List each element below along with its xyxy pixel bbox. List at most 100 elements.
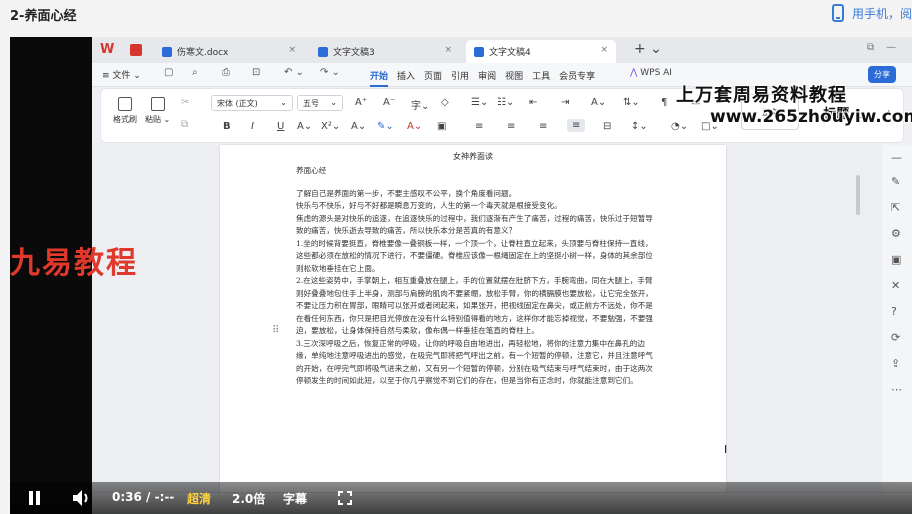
drag-handle-icon[interactable]: ⠿ bbox=[272, 325, 279, 336]
font-name-select[interactable]: 宋体 (正文) ⌄ bbox=[211, 95, 293, 111]
pen-icon[interactable]: ✎ bbox=[891, 175, 900, 188]
scrollbar-thumb[interactable] bbox=[856, 175, 860, 215]
clear-format-icon[interactable]: ◇ bbox=[441, 97, 449, 108]
tab-doc-3[interactable]: 文字文稿4 × bbox=[466, 40, 616, 63]
close-icon[interactable]: × bbox=[600, 45, 608, 55]
subtitle-button[interactable]: 字幕 bbox=[283, 490, 307, 507]
show-marks-icon[interactable]: ¶ bbox=[661, 97, 667, 108]
tab-doc-2[interactable]: 文字文稿3 × bbox=[310, 40, 460, 63]
print-icon[interactable]: ⎙ bbox=[222, 67, 230, 78]
tab-insert[interactable]: 插入 bbox=[397, 69, 415, 87]
shading-icon[interactable]: ◔⌄ bbox=[671, 121, 688, 132]
menu-tabs: 开始 插入 页面 引用 审阅 视图 工具 会员专享 bbox=[370, 69, 604, 87]
align-right-icon[interactable]: ≡ bbox=[539, 121, 547, 132]
text-direction-icon[interactable]: A⌄ bbox=[591, 97, 606, 108]
image-icon[interactable]: ▣ bbox=[891, 253, 901, 266]
share-button[interactable]: 分享 bbox=[868, 66, 896, 83]
video-player[interactable]: W 伤寒文.docx × 文字文稿3 × 文字文稿4 × + ⌄ ⧉ — ≡ 文… bbox=[10, 37, 912, 514]
tab-member[interactable]: 会员专享 bbox=[559, 69, 595, 87]
align-left-icon[interactable]: ≡ bbox=[475, 121, 483, 132]
fullscreen-icon[interactable] bbox=[338, 491, 352, 505]
tab-page[interactable]: 页面 bbox=[424, 69, 442, 87]
watermark-url: www.265zhouyiw.com bbox=[710, 107, 912, 127]
align-center-icon[interactable]: ≡ bbox=[507, 121, 515, 132]
document-body[interactable]: 养面心经 了解自己是养面的第一步，不要主感叹不公平，换个角度看问题。 快乐与不快… bbox=[296, 165, 656, 388]
document-page[interactable]: 女神养面读 养面心经 了解自己是养面的第一步，不要主感叹不公平，换个角度看问题。… bbox=[220, 145, 727, 514]
cut-icon[interactable]: ✂ bbox=[181, 97, 189, 108]
doc-icon bbox=[318, 46, 328, 57]
font-name-value: 宋体 (正文) bbox=[217, 99, 258, 108]
tab-review[interactable]: 审阅 bbox=[478, 69, 496, 87]
help-icon[interactable]: ? bbox=[891, 305, 897, 318]
time-display: 0:36 / -:-- bbox=[112, 490, 175, 504]
char-border-icon[interactable]: ▣ bbox=[437, 121, 446, 132]
restore-icon[interactable]: ⧉ bbox=[867, 42, 874, 53]
tools-icon[interactable]: ✕ bbox=[891, 279, 900, 292]
grow-font-icon[interactable]: A⁺ bbox=[355, 97, 367, 108]
justify-icon[interactable]: ≡ bbox=[567, 119, 586, 132]
paste-button[interactable]: 粘贴 ⌄ bbox=[145, 97, 170, 125]
phone-view-link[interactable]: 用手机，阅 bbox=[832, 4, 912, 22]
collapse-icon[interactable]: — bbox=[891, 151, 902, 164]
tab-doc-2-label: 文字文稿3 bbox=[333, 48, 375, 58]
doc-paragraph: 3.三次深呼吸之后，恢复正常的呼吸，让你的呼吸自由地进出，再轻松地，将你的注意力… bbox=[296, 338, 653, 386]
tab-tools[interactable]: 工具 bbox=[532, 69, 550, 87]
open-icon[interactable]: ⌕ bbox=[192, 67, 198, 78]
highlight-icon[interactable]: ✎⌄ bbox=[377, 121, 394, 132]
page-header-text: 女神养面读 bbox=[453, 152, 493, 161]
format-painter-button[interactable]: 格式刷 bbox=[113, 97, 137, 125]
italic-button[interactable]: I bbox=[251, 121, 254, 132]
settings-icon[interactable]: ⚙ bbox=[891, 227, 901, 240]
save-icon[interactable]: ▢ bbox=[164, 67, 173, 78]
close-icon[interactable]: × bbox=[288, 45, 296, 55]
phonetic-icon[interactable]: 字⌄ bbox=[411, 97, 429, 112]
increase-indent-icon[interactable]: ⇥ bbox=[561, 97, 569, 108]
font-color-icon[interactable]: A⌄ bbox=[407, 121, 422, 132]
distributed-icon[interactable]: ⊟ bbox=[603, 121, 611, 132]
document-canvas: 女神养面读 养面心经 了解自己是养面的第一步，不要主感叹不公平，换个角度看问题。… bbox=[92, 145, 882, 514]
wps-ai-label: WPS AI bbox=[640, 68, 672, 78]
tab-start[interactable]: 开始 bbox=[370, 69, 389, 87]
bold-button[interactable]: B bbox=[223, 121, 231, 132]
sync-icon[interactable]: ⟳ bbox=[891, 331, 900, 344]
clipboard-icon bbox=[150, 97, 165, 111]
more-icon[interactable]: ⋯ bbox=[891, 383, 902, 396]
numbering-icon[interactable]: ☷⌄ bbox=[497, 97, 514, 108]
close-icon[interactable]: × bbox=[444, 45, 452, 55]
doc-paragraph: 快乐与不快乐，好与不好都是瞬息万变的，人生的第一个毒天就是根接受变化。 bbox=[296, 201, 562, 210]
shrink-font-icon[interactable]: A⁻ bbox=[383, 97, 395, 108]
speed-button[interactable]: 2.0倍 bbox=[232, 490, 265, 507]
decrease-indent-icon[interactable]: ⇤ bbox=[529, 97, 537, 108]
preview-icon[interactable]: ⊡ bbox=[252, 67, 260, 78]
redo-icon[interactable]: ↷ ⌄ bbox=[320, 67, 340, 78]
doc-paragraph: 了解自己是养面的第一步，不要主感叹不公平，换个角度看问题。 bbox=[296, 188, 517, 198]
page-header: 2-养面心经 用手机，阅 bbox=[0, 0, 912, 30]
bullets-icon[interactable]: ☰⌄ bbox=[471, 97, 488, 108]
home-tab-icon[interactable] bbox=[130, 44, 142, 56]
tab-reference[interactable]: 引用 bbox=[451, 69, 469, 87]
font-size-select[interactable]: 五号 ⌄ bbox=[297, 95, 343, 111]
pause-icon[interactable] bbox=[28, 491, 42, 505]
underline-button[interactable]: U bbox=[277, 121, 284, 132]
superscript-icon[interactable]: X²⌄ bbox=[321, 121, 340, 132]
copy-icon[interactable]: ⧉ bbox=[181, 119, 188, 130]
volume-icon[interactable] bbox=[72, 489, 92, 507]
sort-icon[interactable]: ⇅⌄ bbox=[623, 97, 640, 108]
share-icon[interactable]: ⇪ bbox=[891, 357, 900, 370]
tab-doc-1[interactable]: 伤寒文.docx × bbox=[154, 40, 304, 63]
strikethrough-icon[interactable]: A⌄ bbox=[297, 121, 312, 132]
minimize-icon[interactable]: — bbox=[886, 42, 896, 53]
select-icon[interactable]: ⇱ bbox=[891, 201, 900, 214]
undo-icon[interactable]: ↶ ⌄ bbox=[284, 67, 304, 78]
watermark-top: 上万套周易资料教程 bbox=[676, 85, 847, 106]
wps-ai-button[interactable]: ⋀ WPS AI bbox=[630, 68, 672, 78]
line-spacing-icon[interactable]: ↕⌄ bbox=[631, 121, 648, 132]
new-tab-button[interactable]: + ⌄ bbox=[634, 41, 662, 57]
file-menu[interactable]: ≡ 文件 ⌄ bbox=[102, 68, 141, 81]
player-controls: 0:36 / -:-- 超清 2.0倍 字幕 bbox=[10, 482, 912, 514]
tab-view[interactable]: 视图 bbox=[505, 69, 523, 87]
wps-logo: W bbox=[100, 42, 115, 57]
text-effect-icon[interactable]: A⌄ bbox=[351, 121, 366, 132]
quality-button[interactable]: 超清 bbox=[187, 490, 211, 507]
